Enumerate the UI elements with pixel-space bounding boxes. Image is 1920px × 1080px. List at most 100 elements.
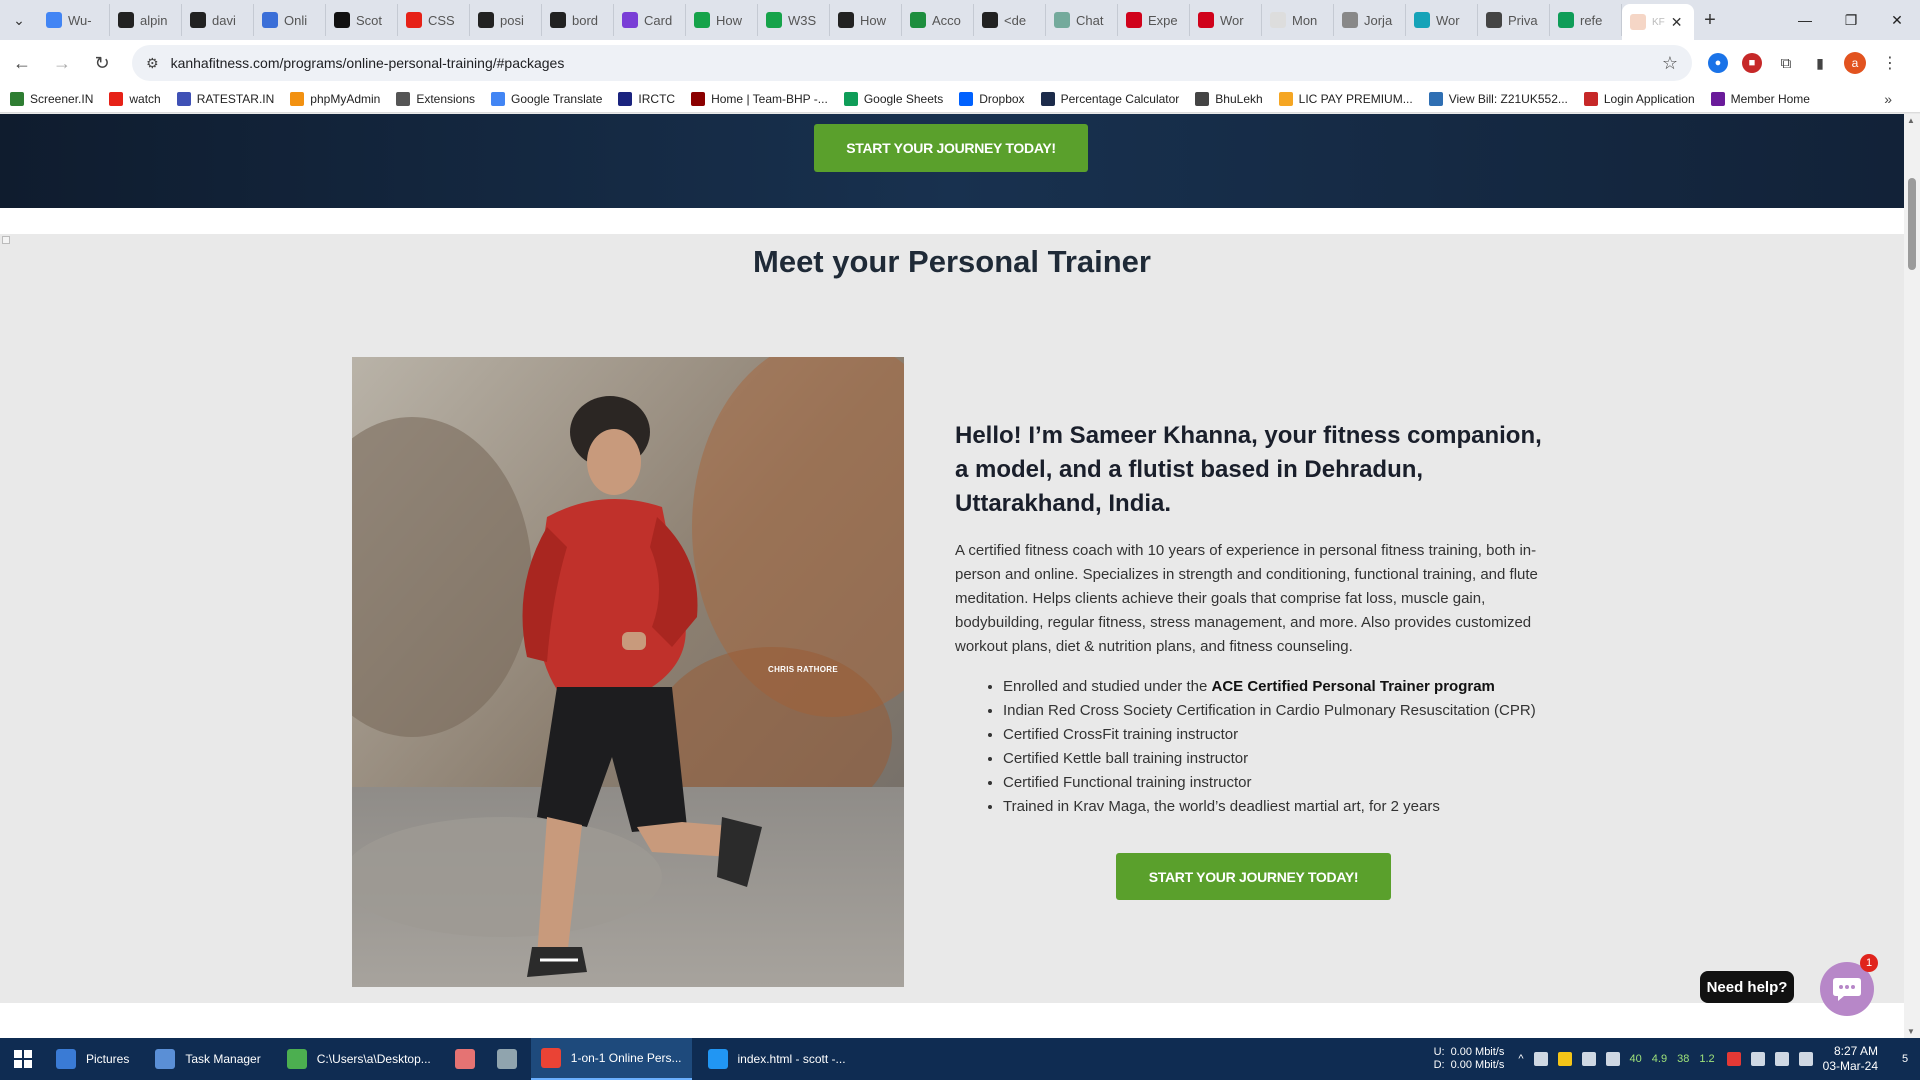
taskbar-app[interactable]: Task Manager bbox=[145, 1038, 270, 1080]
bookmark-item[interactable]: Google Translate bbox=[491, 92, 602, 106]
volume-icon[interactable] bbox=[1798, 1052, 1813, 1066]
tab-active[interactable]: KF ✕ bbox=[1622, 4, 1694, 40]
taskbar-app[interactable] bbox=[489, 1038, 525, 1080]
network-icon[interactable] bbox=[1774, 1052, 1789, 1066]
browser-tab[interactable]: Wor bbox=[1190, 4, 1262, 36]
forward-button[interactable]: → bbox=[44, 45, 80, 81]
taskbar-app[interactable]: index.html - scott -... bbox=[698, 1038, 856, 1080]
tray-app-icon[interactable] bbox=[1533, 1052, 1548, 1066]
start-button[interactable] bbox=[0, 1038, 46, 1080]
browser-tab[interactable]: Wu- bbox=[38, 4, 110, 36]
bookmark-item[interactable]: Percentage Calculator bbox=[1040, 92, 1179, 106]
taskbar-app[interactable]: 1-on-1 Online Pers... bbox=[530, 1038, 692, 1080]
close-window-button[interactable]: ✕ bbox=[1874, 0, 1920, 40]
taskbar-app[interactable]: Pictures bbox=[46, 1038, 139, 1080]
bookmark-item[interactable]: BhuLekh bbox=[1195, 92, 1263, 106]
extension-icon[interactable]: ● bbox=[1708, 53, 1728, 73]
tray-chevron-icon[interactable]: ^ bbox=[1518, 1053, 1523, 1065]
tray-search-icon[interactable] bbox=[1557, 1052, 1572, 1066]
ublock-shield-icon[interactable]: ■ bbox=[1742, 53, 1762, 73]
taskbar-app[interactable] bbox=[447, 1038, 483, 1080]
browser-tab[interactable]: alpin bbox=[110, 4, 182, 36]
new-tab-button[interactable]: + bbox=[1694, 9, 1726, 32]
tab-favicon-icon bbox=[406, 12, 422, 28]
bookmark-item[interactable]: Login Application bbox=[1583, 92, 1695, 106]
browser-tab[interactable]: posi bbox=[470, 4, 542, 36]
site-info-icon[interactable]: ⚙ bbox=[146, 55, 159, 72]
bookmark-item[interactable]: Dropbox bbox=[959, 92, 1025, 106]
bookmark-label: Member Home bbox=[1730, 92, 1810, 106]
reload-button[interactable]: ↻ bbox=[84, 45, 120, 81]
browser-toolbar: ← → ↻ ⚙ kanhafitness.com/programs/online… bbox=[0, 40, 1920, 86]
bookmark-item[interactable]: watch bbox=[109, 92, 161, 106]
browser-tab[interactable]: bord bbox=[542, 4, 614, 36]
bookmarks-overflow-icon[interactable]: » bbox=[1884, 91, 1892, 107]
taskbar-app-label: index.html - scott -... bbox=[737, 1052, 846, 1066]
browser-tab[interactable]: W3S bbox=[758, 4, 830, 36]
tab-favicon-icon bbox=[334, 12, 350, 28]
bookmark-item[interactable]: Home | Team-BHP -... bbox=[691, 92, 828, 106]
back-button[interactable]: ← bbox=[4, 45, 40, 81]
tray-calendar-icon[interactable] bbox=[1581, 1052, 1596, 1066]
browser-tab[interactable]: Jorja bbox=[1334, 4, 1406, 36]
chrome-menu-icon[interactable]: ⋮ bbox=[1880, 53, 1900, 73]
credentials-list: Enrolled and studied under the ACE Certi… bbox=[955, 675, 1555, 819]
start-journey-button-bottom[interactable]: START YOUR JOURNEY TODAY! bbox=[1116, 853, 1391, 900]
bookmark-item[interactable]: IRCTC bbox=[618, 92, 675, 106]
side-panel-icon[interactable]: ▮ bbox=[1810, 53, 1830, 73]
browser-tab[interactable]: Priva bbox=[1478, 4, 1550, 36]
minimize-button[interactable]: — bbox=[1782, 0, 1828, 40]
bookmark-item[interactable]: LIC PAY PREMIUM... bbox=[1278, 92, 1413, 106]
profile-avatar[interactable]: a bbox=[1844, 52, 1866, 74]
browser-tab[interactable]: Mon bbox=[1262, 4, 1334, 36]
bookmark-item[interactable]: Google Sheets bbox=[843, 92, 943, 106]
bookmark-favicon-icon bbox=[843, 92, 858, 106]
bookmark-item[interactable]: Member Home bbox=[1710, 92, 1810, 106]
scrollbar-thumb[interactable] bbox=[1908, 178, 1916, 270]
tray-antivirus-icon[interactable] bbox=[1726, 1052, 1741, 1066]
tab-label: W3S bbox=[788, 12, 817, 28]
browser-tab[interactable]: refe bbox=[1550, 4, 1622, 36]
browser-tab[interactable]: How bbox=[686, 4, 758, 36]
tray-calendar-icon[interactable] bbox=[1605, 1052, 1620, 1066]
bookmark-item[interactable]: Extensions bbox=[396, 92, 475, 106]
bookmark-item[interactable]: Screener.IN bbox=[10, 92, 93, 106]
clock-time: 8:27 AM bbox=[1833, 1044, 1878, 1058]
tab-label: Chat bbox=[1076, 12, 1104, 28]
browser-tab[interactable]: <de bbox=[974, 4, 1046, 36]
notification-center-button[interactable]: 5 bbox=[1890, 1038, 1920, 1080]
address-bar[interactable]: ⚙ kanhafitness.com/programs/online-perso… bbox=[132, 45, 1692, 81]
tab-favicon-icon bbox=[46, 12, 62, 28]
scroll-up-icon[interactable]: ▲ bbox=[1907, 116, 1915, 125]
bookmark-star-icon[interactable]: ☆ bbox=[1662, 53, 1678, 74]
browser-tab[interactable]: Card bbox=[614, 4, 686, 36]
browser-tab[interactable]: Onli bbox=[254, 4, 326, 36]
bookmark-item[interactable]: View Bill: Z21UK552... bbox=[1428, 92, 1568, 106]
extensions-puzzle-icon[interactable]: ⧉ bbox=[1776, 53, 1796, 73]
browser-tab[interactable]: Wor bbox=[1406, 4, 1478, 36]
bookmark-favicon-icon bbox=[109, 92, 124, 106]
maximize-button[interactable]: ❐ bbox=[1828, 0, 1874, 40]
taskbar-app[interactable]: C:\Users\a\Desktop... bbox=[277, 1038, 441, 1080]
tab-label: Expe bbox=[1148, 12, 1178, 28]
tab-close-icon[interactable]: ✕ bbox=[1671, 14, 1683, 31]
browser-tab[interactable]: Chat bbox=[1046, 4, 1118, 36]
vertical-scrollbar[interactable]: ▲ ▼ bbox=[1904, 114, 1920, 1038]
net-speed-labels: U: D: bbox=[1434, 1046, 1445, 1072]
browser-tab[interactable]: Acco bbox=[902, 4, 974, 36]
browser-tab[interactable]: CSS bbox=[398, 4, 470, 36]
bookmark-item[interactable]: phpMyAdmin bbox=[290, 92, 380, 106]
browser-tab[interactable]: davi bbox=[182, 4, 254, 36]
tab-favicon-icon bbox=[622, 12, 638, 28]
browser-tab[interactable]: Scot bbox=[326, 4, 398, 36]
scroll-down-icon[interactable]: ▼ bbox=[1907, 1027, 1915, 1036]
browser-tab[interactable]: Expe bbox=[1118, 4, 1190, 36]
browser-tab[interactable]: How bbox=[830, 4, 902, 36]
tab-search-icon[interactable]: ⌄ bbox=[0, 0, 38, 40]
clock[interactable]: 8:27 AM 03-Mar-24 bbox=[1823, 1044, 1878, 1074]
tray-drive-icon[interactable] bbox=[1750, 1052, 1765, 1066]
bookmark-item[interactable]: RATESTAR.IN bbox=[176, 92, 274, 106]
start-journey-button-top[interactable]: START YOUR JOURNEY TODAY! bbox=[814, 124, 1088, 172]
tab-favicon-icon bbox=[190, 12, 206, 28]
need-help-label[interactable]: Need help? bbox=[1700, 971, 1794, 1003]
